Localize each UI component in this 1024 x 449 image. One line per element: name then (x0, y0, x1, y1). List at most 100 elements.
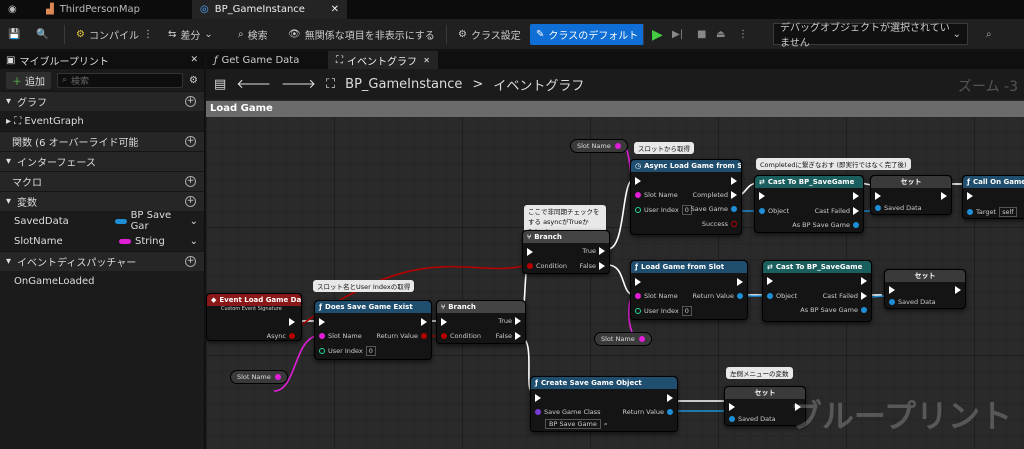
exec-out-pin[interactable] (941, 192, 947, 200)
exec-in-pin[interactable] (635, 177, 641, 185)
exec-in-pin[interactable] (967, 192, 973, 200)
exec-out-pin[interactable] (955, 286, 961, 294)
exec-out-pin[interactable] (853, 192, 859, 200)
target-pin[interactable]: Target self (967, 207, 1017, 217)
debug-find-button[interactable]: ⌕ (986, 25, 992, 44)
exec-in-pin[interactable] (759, 192, 765, 200)
cast-node[interactable]: ⇄ Cast To BP_SaveGame Object Cast Failed … (754, 175, 864, 233)
step-button[interactable]: ▶| (672, 25, 683, 44)
saved-data-pin[interactable]: Saved Data (875, 204, 922, 212)
comment-bubble[interactable]: スロット名とUser Indexの取得 (313, 280, 415, 292)
class-select[interactable]: BP Save Game ⌕ (545, 419, 607, 429)
compile-button[interactable]: ⚙ コンパイル ⋮ (76, 25, 153, 44)
slot-name-pin[interactable]: Slot Name (635, 292, 678, 300)
section-interfaces[interactable]: ▾ インターフェース (0, 151, 204, 171)
hide-unrelated-button[interactable]: 👁 無関係な項目を非表示にする (288, 25, 435, 44)
section-variables[interactable]: ▾ 変数 + (0, 191, 204, 211)
diff-button[interactable]: ⇆ 差分 ⌄ (168, 25, 213, 44)
slot-name-pin[interactable]: Slot Name (319, 332, 362, 340)
async-load-game-node[interactable]: ◷Async Load Game from Slot Slot Name Com… (630, 159, 742, 235)
event-node[interactable]: ◆ Event Load Game Data Custom Event Signa… (206, 293, 302, 341)
slot-name-getter[interactable]: Slot Name (230, 370, 288, 384)
true-pin[interactable]: True (498, 317, 521, 325)
return-value-pin[interactable]: Return Value (377, 332, 427, 340)
set-node[interactable]: セット Saved Data (884, 269, 966, 309)
exec-out-pin[interactable] (731, 177, 737, 185)
exec-out-pin[interactable] (289, 318, 295, 326)
search-icon[interactable]: ⌕ (604, 420, 608, 429)
true-pin[interactable]: True (582, 247, 605, 255)
exec-in-pin[interactable] (635, 278, 641, 286)
slot-name-pin[interactable]: Slot Name (635, 191, 678, 199)
success-pin[interactable]: Success (702, 220, 737, 228)
gear-icon[interactable]: ⚙ (189, 75, 198, 86)
set-node[interactable]: セット Saved Data (870, 175, 952, 215)
close-icon[interactable]: ✕ (331, 4, 339, 15)
debug-object-select[interactable]: デバッグオブジェクトが選択されていません ⌄ (773, 23, 968, 49)
exec-in-pin[interactable] (875, 192, 881, 200)
exec-in-pin[interactable] (767, 277, 773, 285)
stop-button[interactable]: ■ (697, 25, 706, 44)
comment-bubble[interactable]: スロットから取得 (634, 142, 694, 154)
exec-out-pin[interactable] (421, 318, 427, 326)
object-pin[interactable]: Object (767, 292, 797, 300)
return-value-pin[interactable]: Return Value (693, 292, 743, 300)
exec-out-pin[interactable] (667, 394, 673, 402)
class-settings-button[interactable]: ⚙ クラス設定 (458, 25, 521, 44)
section-functions[interactable]: 関数 (6 オーバーライド可能 + (0, 131, 204, 151)
dispatcher-item[interactable]: OnGameLoaded (0, 271, 204, 291)
add-function-icon[interactable]: + (185, 136, 196, 147)
async-pin[interactable]: Async (267, 332, 295, 340)
user-index-pin[interactable]: User Index 0 (635, 205, 692, 215)
more-icon[interactable]: ⋮ (143, 29, 153, 40)
exec-in-pin[interactable] (535, 394, 541, 402)
browse-button[interactable]: 🔍 (36, 25, 48, 44)
section-graph[interactable]: ▾ グラフ + (0, 91, 204, 111)
tab-third-person-map[interactable]: ▟ ThirdPersonMap (38, 0, 188, 19)
tab-bp-game-instance[interactable]: ◎ BP_GameInstance ✕ (192, 0, 347, 19)
exec-out-pin[interactable] (737, 278, 743, 286)
object-pin[interactable]: Object (759, 207, 789, 215)
add-dispatcher-icon[interactable]: + (185, 256, 196, 267)
condition-pin[interactable]: Condition (527, 262, 567, 270)
save-game-class-pin[interactable]: Save Game Class (535, 408, 601, 416)
call-on-game-loaded-node[interactable]: ƒCall On Game Lo Targetself (962, 175, 1024, 219)
eject-button[interactable]: ⏏ (716, 25, 725, 44)
exec-in-pin[interactable] (729, 403, 735, 411)
exec-in-pin[interactable] (889, 286, 895, 294)
play-button[interactable]: ▶ (652, 25, 663, 44)
exec-in-pin[interactable] (527, 248, 533, 256)
exec-out-pin[interactable] (861, 277, 867, 285)
comment-bubble[interactable]: 左側メニューの変数 (726, 367, 793, 379)
unreal-logo[interactable]: ◉ (0, 0, 30, 19)
false-pin[interactable]: False (496, 332, 521, 340)
condition-pin[interactable]: Condition (441, 332, 481, 340)
as-save-game-pin[interactable]: As BP Save Game (792, 221, 859, 229)
variable-item-saveddata[interactable]: SavedData BP Save Gar ⌄ (0, 210, 204, 232)
variable-item-slotname[interactable]: SlotName String ⌄ (0, 231, 204, 251)
branch-node[interactable]: ⑂ Branch True Condition False (436, 300, 526, 344)
slot-name-getter[interactable]: Slot Name (594, 332, 652, 346)
false-pin[interactable]: False (580, 262, 605, 270)
saved-data-pin[interactable]: Saved Data (889, 298, 936, 306)
user-index-pin[interactable]: User Index 0 (635, 306, 692, 316)
cast-failed-pin[interactable]: Cast Failed (823, 292, 867, 300)
cast-node[interactable]: ⇄ Cast To BP_SaveGame Object Cast Failed … (762, 260, 872, 322)
add-graph-icon[interactable]: + (185, 96, 196, 107)
user-index-pin[interactable]: User Index 0 (319, 346, 376, 356)
more-options-button[interactable]: ⋮ (738, 25, 748, 44)
exec-in-pin[interactable] (319, 318, 325, 326)
branch-node[interactable]: ⑂ Branch True Condition False (522, 230, 610, 274)
add-button[interactable]: ＋追加 (6, 71, 51, 89)
add-variable-icon[interactable]: + (185, 196, 196, 207)
close-icon[interactable]: ✕ (190, 55, 198, 65)
slot-name-getter[interactable]: Slot Name (570, 139, 628, 153)
load-game-from-slot-node[interactable]: ƒ Load Game from Slot Slot Name Return Va… (630, 260, 748, 320)
saved-data-pin[interactable]: Saved Data (729, 415, 776, 423)
save-game-pin[interactable]: Save Game (691, 205, 737, 213)
save-button[interactable]: 💾 (8, 25, 20, 44)
section-macros[interactable]: マクロ + (0, 171, 204, 191)
class-defaults-button[interactable]: ✎ クラスのデフォルト (530, 24, 645, 45)
search-input[interactable]: ⌕ 検索 (57, 72, 184, 88)
does-save-game-exist-node[interactable]: ƒ Does Save Game Exist Slot Name Return V… (314, 300, 432, 360)
